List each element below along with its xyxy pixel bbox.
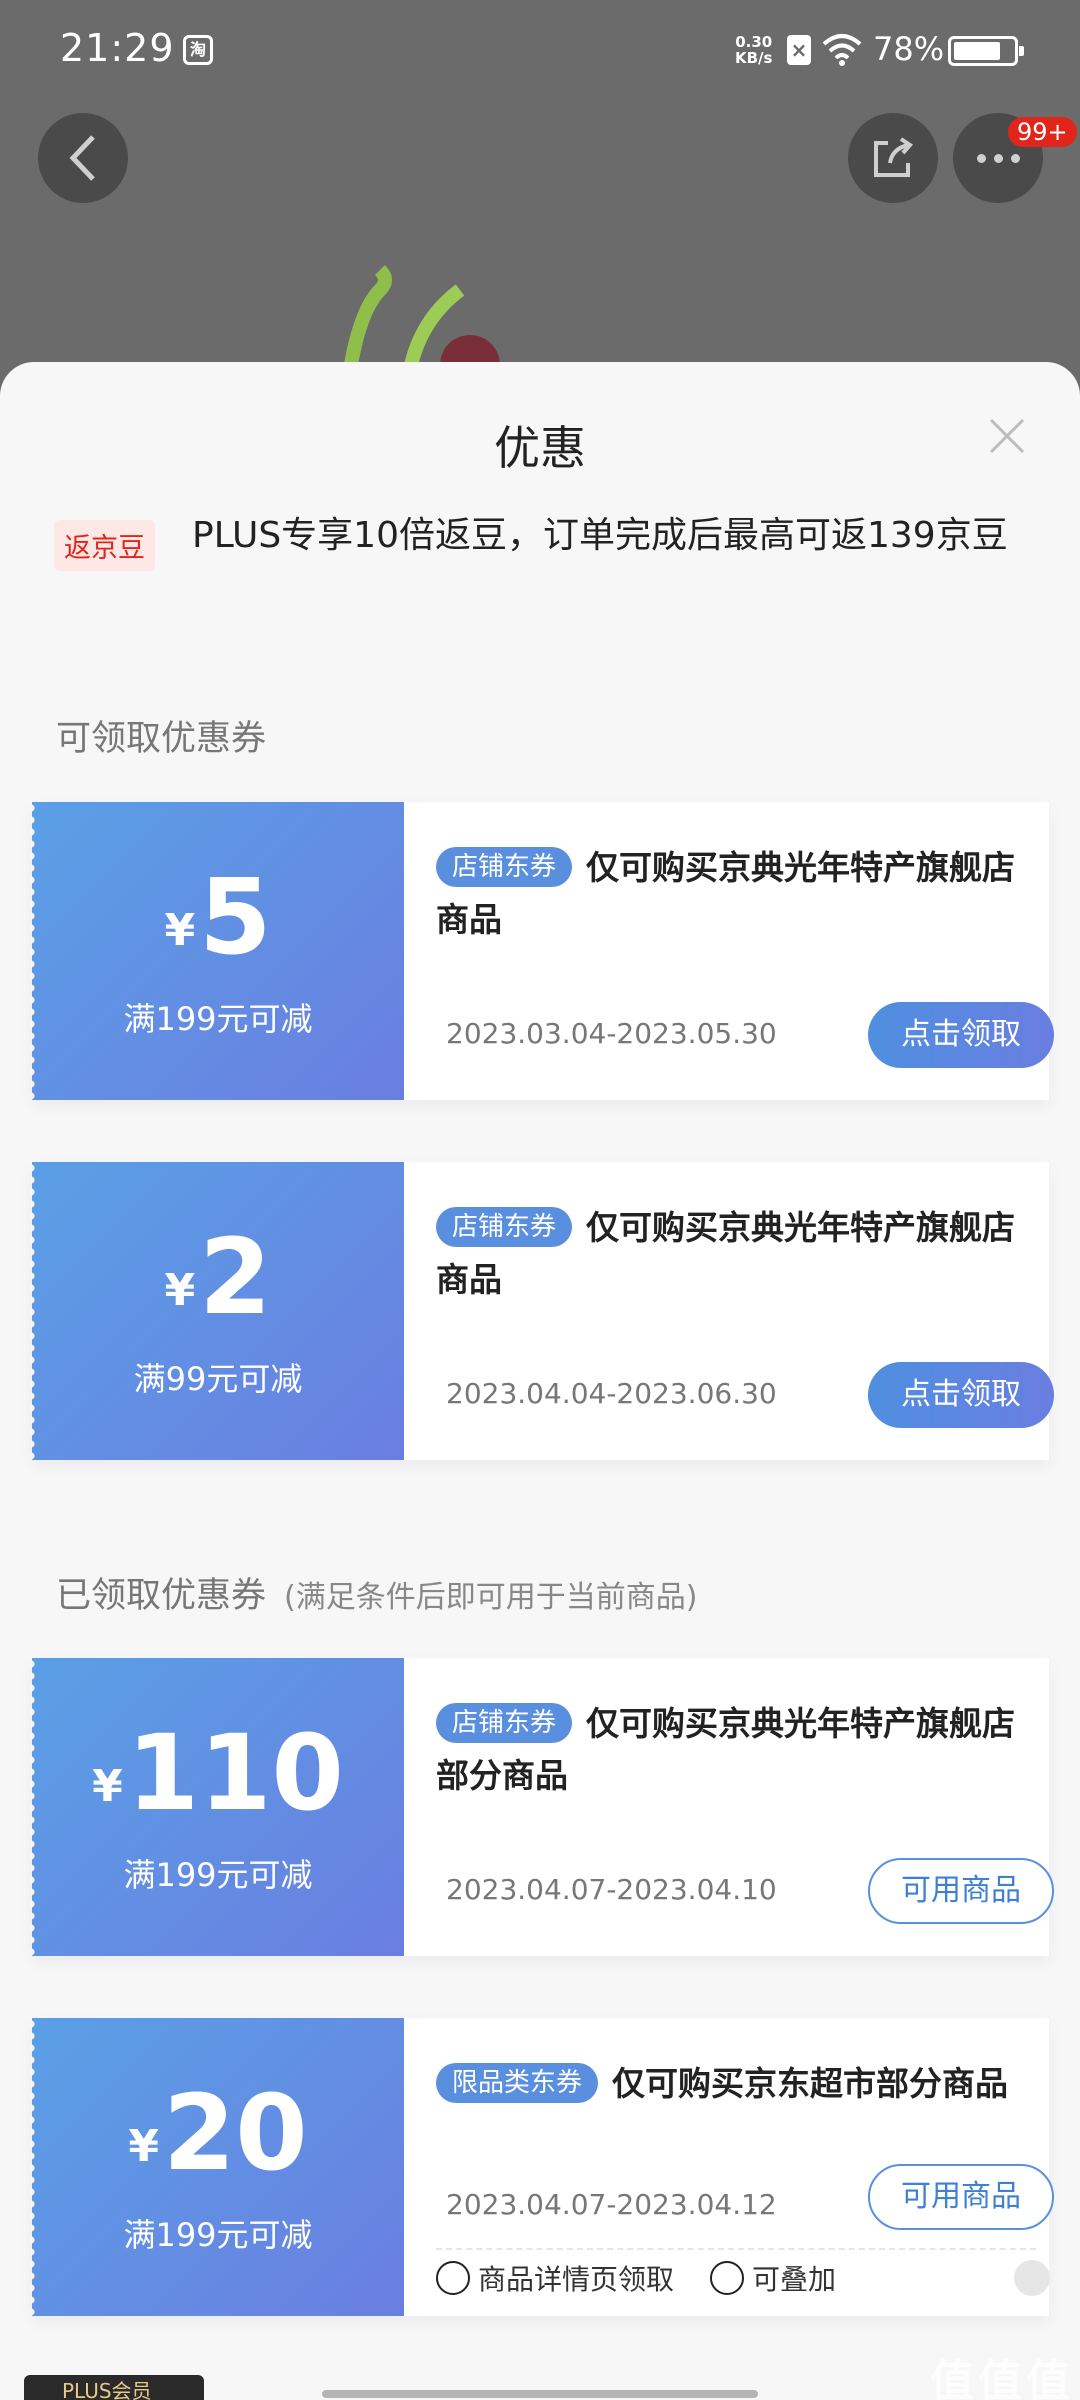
coupon-description: 店铺东券 仅可购买京典光年特产旗舰店商品: [436, 1202, 1026, 1306]
coupon-value-panel: ¥2 满99元可减: [31, 1162, 404, 1460]
coupon-description: 店铺东券 仅可购买京典光年特产旗舰店商品: [436, 842, 1026, 946]
coupon-amount: ¥110: [32, 1718, 404, 1859]
coupon-description: 店铺东券 仅可购买京典光年特产旗舰店部分商品: [436, 1698, 1026, 1802]
coupon-amount: ¥20: [32, 2078, 404, 2219]
stackable-item: 可叠加: [710, 2258, 836, 2298]
currency-symbol: ¥: [164, 905, 196, 956]
status-time: 21:29: [60, 26, 175, 70]
coupon-scope-text: 仅可购买京东超市部分商品: [612, 2064, 1009, 2103]
coupon-validity: 2023.04.07-2023.04.12: [446, 2188, 777, 2221]
coupon-amount-value: 2: [199, 1216, 272, 1338]
available-coupons-label: 可领取优惠券: [56, 719, 267, 759]
usable-products-button[interactable]: 可用商品: [868, 2164, 1054, 2230]
coupon-card: ¥110 满199元可减 店铺东券 仅可购买京典光年特产旗舰店部分商品 2023.…: [31, 1658, 1054, 1956]
claim-source-item: 商品详情页领取: [436, 2258, 674, 2298]
plus-member-badge: PLUS会员: [24, 2375, 204, 2400]
battery-icon: [948, 36, 1024, 66]
coupon-amount-value: 5: [199, 856, 272, 978]
message-count-badge: 99+: [1008, 117, 1077, 147]
coupon-condition: 满199元可减: [123, 2216, 313, 2254]
currency-symbol: ¥: [128, 2121, 159, 2172]
coupon-details: 店铺东券 仅可购买京典光年特产旗舰店商品 2023.04.04-2023.06.3…: [404, 1162, 1054, 1460]
coupon-card: ¥5 满199元可减 店铺东券 仅可购买京典光年特产旗舰店商品 2023.03.0…: [31, 802, 1054, 1100]
coupon-details: 限品类东券 仅可购买京东超市部分商品 2023.04.07-2023.04.12 …: [404, 2018, 1054, 2316]
coupon-type-tag: 店铺东券: [436, 847, 573, 887]
coupon-condition: 满199元可减: [123, 1856, 313, 1894]
network-speed: 0.30 KB/s: [735, 33, 773, 67]
usable-products-button[interactable]: 可用商品: [868, 1858, 1054, 1924]
wifi-icon: [822, 34, 862, 66]
claim-source-text: 商品详情页领取: [478, 2263, 675, 2296]
coupon-type-tag: 限品类东券: [436, 2063, 599, 2103]
coupon-value-panel: ¥20 满199元可减: [31, 2018, 404, 2316]
expand-chevron-icon[interactable]: [1014, 2260, 1050, 2296]
product-image: [343, 265, 500, 370]
claimed-coupons-subtitle: (满足条件后即可用于当前商品): [284, 1580, 698, 1615]
coupon-validity: 2023.04.07-2023.04.10: [446, 1873, 777, 1906]
coupon-amount-value: 20: [162, 2072, 308, 2194]
chevron-left-icon: [69, 135, 95, 181]
claimed-coupons-title: 已领取优惠券 (满足条件后即可用于当前商品): [56, 1567, 697, 1618]
rebate-tag: 返京豆: [54, 520, 155, 571]
coupon-value-panel: ¥110 满199元可减: [31, 1658, 404, 1956]
coupon-amount: ¥2: [32, 1222, 404, 1363]
share-button[interactable]: [848, 113, 938, 203]
more-dots-icon: [976, 153, 1020, 163]
coupon-type-tag: 店铺东券: [436, 1207, 573, 1247]
coupon-card: ¥2 满99元可减 店铺东券 仅可购买京典光年特产旗舰店商品 2023.04.04…: [31, 1162, 1054, 1460]
coupon-type-tag: 店铺东券: [436, 1703, 573, 1743]
coupon-validity: 2023.04.04-2023.06.30: [446, 1377, 777, 1410]
claim-coupon-button[interactable]: 点击领取: [868, 1362, 1054, 1428]
coupon-details: 店铺东券 仅可购买京典光年特产旗舰店商品 2023.03.04-2023.05.3…: [404, 802, 1054, 1100]
stack-icon: [710, 2261, 745, 2295]
no-sim-icon: ×: [787, 35, 811, 65]
battery-percent: 78%: [873, 30, 945, 68]
discount-sheet: 优惠 返京豆 PLUS专享10倍返豆，订单完成后最高可返139京豆 可领取优惠券…: [0, 362, 1080, 2400]
available-coupons-title: 可领取优惠券: [56, 710, 266, 761]
status-bar: 21:29 淘 0.30 KB/s × 78%: [0, 0, 1080, 100]
home-indicator[interactable]: [322, 2390, 758, 2398]
ticket-icon: [436, 2261, 470, 2295]
divider: [436, 2248, 1036, 2250]
coupon-amount-value: 110: [126, 1712, 344, 1834]
rebate-text: PLUS专享10倍返豆，订单完成后最高可返139京豆: [192, 515, 1008, 556]
currency-symbol: ¥: [92, 1761, 123, 1812]
coupon-condition: 满99元可减: [133, 1360, 303, 1398]
coupon-condition: 满199元可减: [123, 1000, 313, 1038]
coupon-details: 店铺东券 仅可购买京典光年特产旗舰店部分商品 2023.04.07-2023.04…: [404, 1658, 1054, 1956]
stackable-text: 可叠加: [752, 2263, 837, 2296]
coupon-description: 限品类东券 仅可购买京东超市部分商品: [436, 2058, 1026, 2110]
close-icon[interactable]: [985, 414, 1029, 458]
coupon-validity: 2023.03.04-2023.05.30: [446, 1017, 777, 1050]
watermark-logo: 值值值: [930, 2356, 1074, 2400]
coupon-amount: ¥5: [32, 862, 404, 1003]
share-icon: [874, 137, 914, 177]
back-button[interactable]: [38, 113, 128, 203]
currency-symbol: ¥: [164, 1265, 196, 1316]
coupon-card: ¥20 满199元可减 限品类东券 仅可购买京东超市部分商品 2023.04.07…: [31, 2018, 1054, 2316]
claim-coupon-button[interactable]: 点击领取: [868, 1002, 1054, 1068]
coupon-meta-row: 商品详情页领取 可叠加: [436, 2258, 1036, 2298]
taobao-notification-icon: 淘: [183, 35, 213, 65]
claimed-coupons-label: 已领取优惠券: [56, 1576, 267, 1616]
sheet-title: 优惠: [494, 421, 586, 475]
coupon-value-panel: ¥5 满199元可减: [31, 802, 404, 1100]
